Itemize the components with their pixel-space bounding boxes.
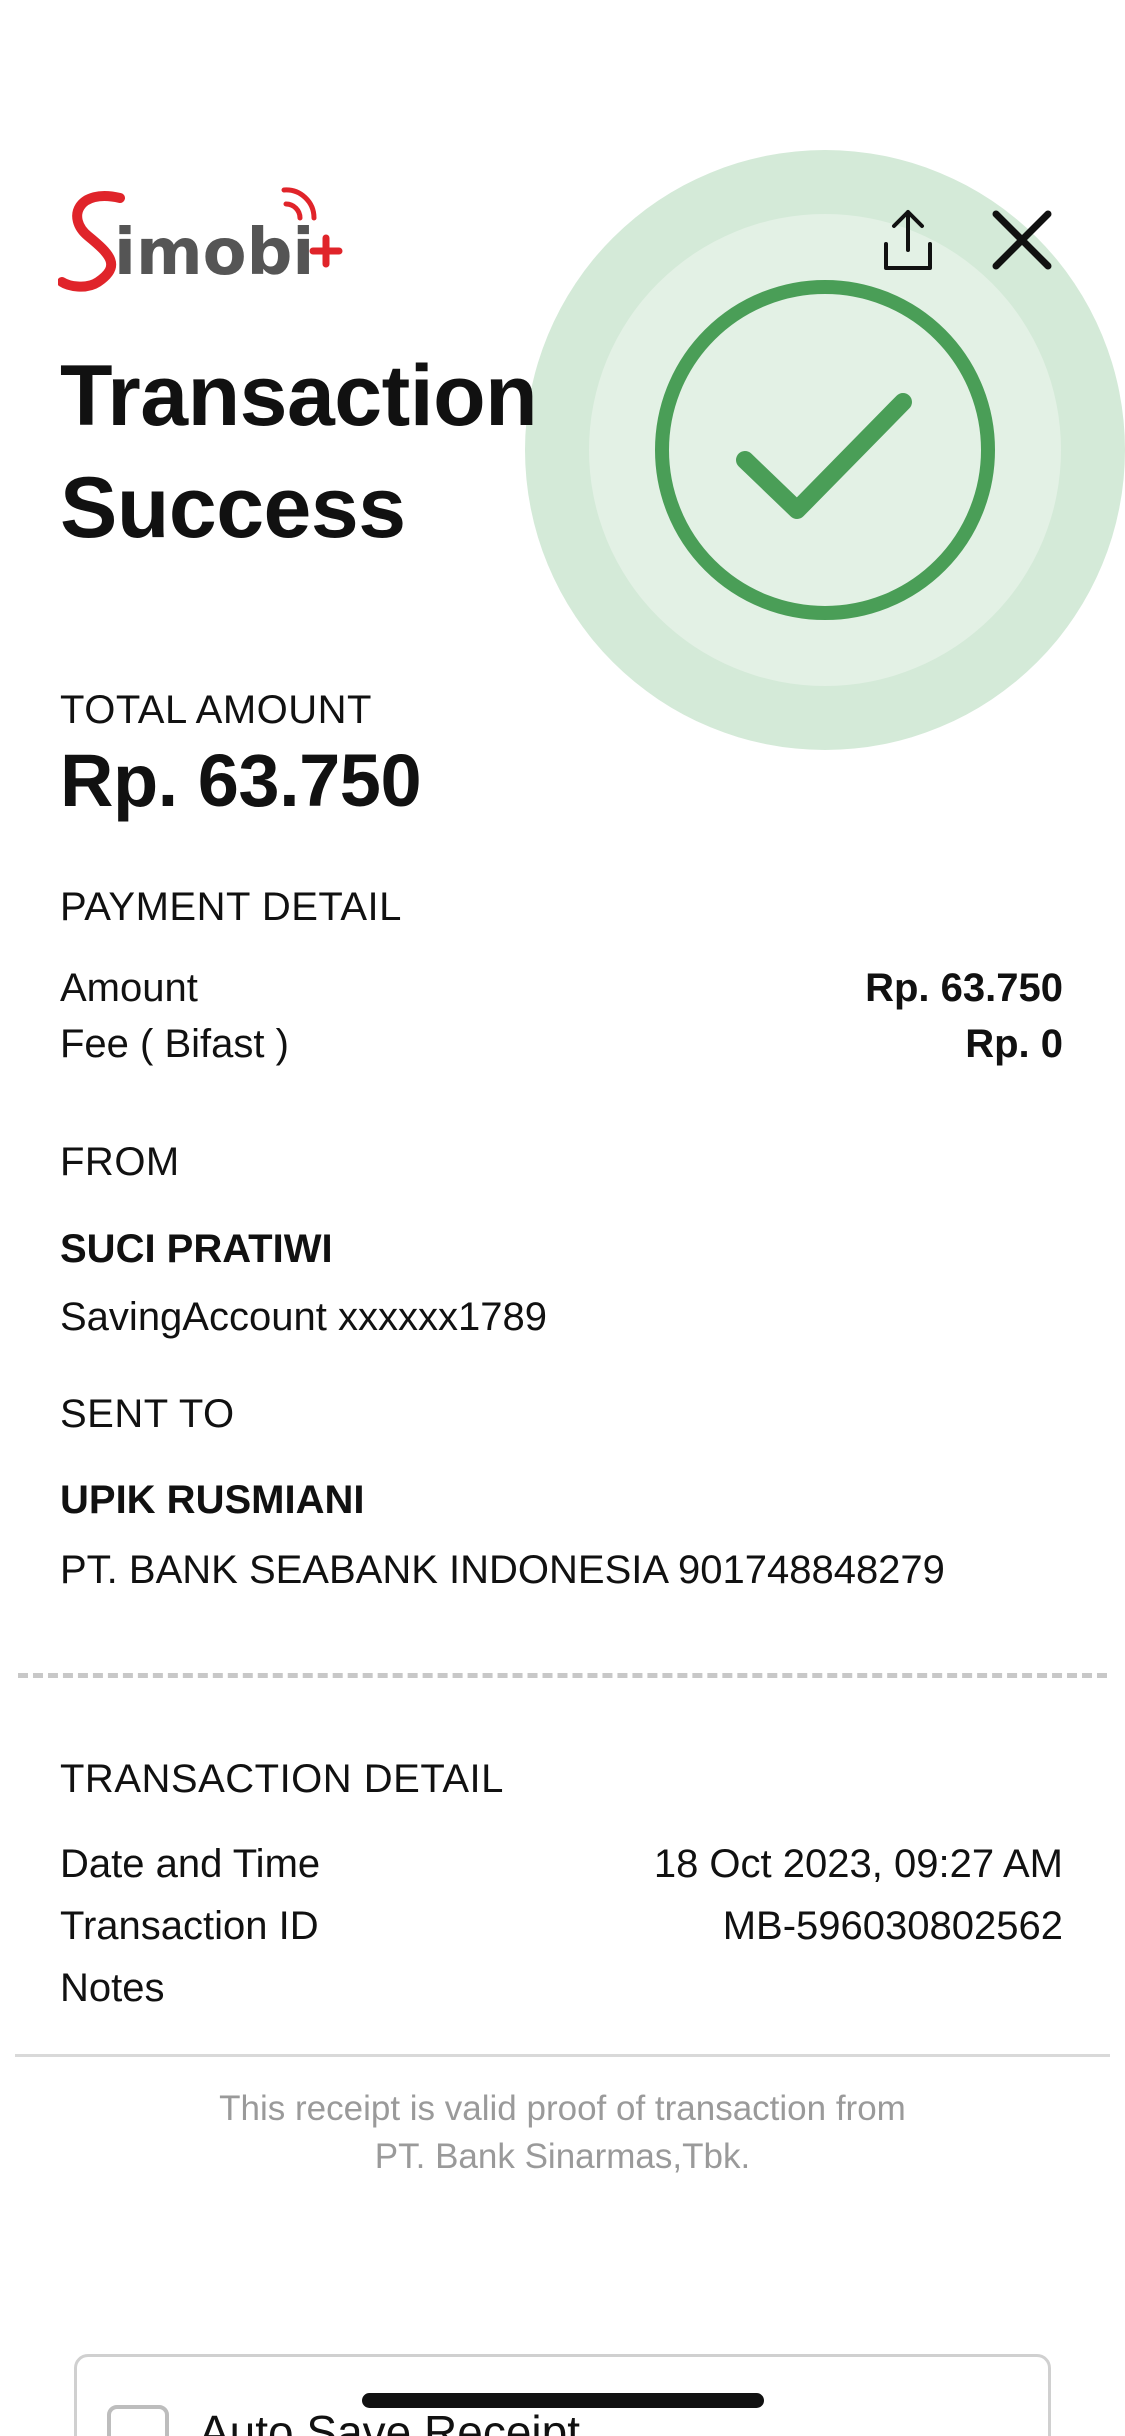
title-line-1: Transaction: [60, 348, 538, 444]
auto-save-checkbox[interactable]: [107, 2405, 169, 2436]
recipient-account: PT. BANK SEABANK INDONESIA 901748848279: [60, 1548, 945, 1592]
amount-key: Amount: [60, 966, 198, 1010]
amount-value: Rp. 63.750: [865, 966, 1063, 1010]
title-line-2: Success: [60, 460, 406, 556]
datetime-value: 18 Oct 2023, 09:27 AM: [653, 1842, 1063, 1886]
notes-key: Notes: [60, 1966, 165, 2010]
datetime-key: Date and Time: [60, 1842, 321, 1886]
solid-divider: [15, 2054, 1110, 2057]
home-indicator[interactable]: [362, 2393, 764, 2408]
share-button[interactable]: [868, 200, 948, 280]
transaction-row-datetime: Date and Time 18 Oct 2023, 09:27 AM: [60, 1842, 1063, 1887]
dashed-divider: [18, 1673, 1107, 1678]
sender-account: SavingAccount xxxxxx1789: [60, 1295, 547, 1339]
svg-text:imobi: imobi: [114, 216, 314, 290]
auto-save-label: Auto Save Receipt: [199, 2406, 581, 2436]
total-amount-value: Rp. 63.750: [60, 739, 422, 822]
transaction-row-id: Transaction ID MB-596030802562: [60, 1904, 1063, 1949]
sent-to-label: SENT TO: [60, 1392, 235, 1436]
transaction-row-notes: Notes: [60, 1966, 1063, 2011]
transaction-detail-label: TRANSACTION DETAIL: [60, 1757, 504, 1801]
sender-name: SUCI PRATIWI: [60, 1227, 333, 1271]
close-button[interactable]: [982, 200, 1062, 280]
simobi-logo: imobi: [57, 178, 368, 298]
transaction-id-value: MB-596030802562: [722, 1904, 1063, 1948]
page-title: Transaction Success: [60, 340, 580, 564]
transaction-id-key: Transaction ID: [60, 1904, 319, 1948]
note-line-1: This receipt is valid proof of transacti…: [219, 2089, 906, 2128]
from-label: FROM: [60, 1140, 180, 1184]
receipt-screen: imobi Transaction Success TOTAL AMOUNT R…: [0, 0, 1125, 2436]
recipient-name: UPIK RUSMIANI: [60, 1478, 365, 1522]
receipt-validity-note: This receipt is valid proof of transacti…: [0, 2085, 1125, 2181]
fee-key: Fee ( Bifast ): [60, 1022, 289, 1066]
payment-row-fee: Fee ( Bifast ) Rp. 0: [60, 1022, 1063, 1067]
payment-row-amount: Amount Rp. 63.750: [60, 966, 1063, 1011]
note-line-2: PT. Bank Sinarmas,Tbk.: [374, 2137, 751, 2176]
close-icon: [992, 210, 1052, 270]
fee-value: Rp. 0: [965, 1022, 1063, 1066]
payment-detail-label: PAYMENT DETAIL: [60, 885, 402, 929]
total-amount-label: TOTAL AMOUNT: [60, 688, 372, 732]
share-icon: [884, 210, 932, 270]
